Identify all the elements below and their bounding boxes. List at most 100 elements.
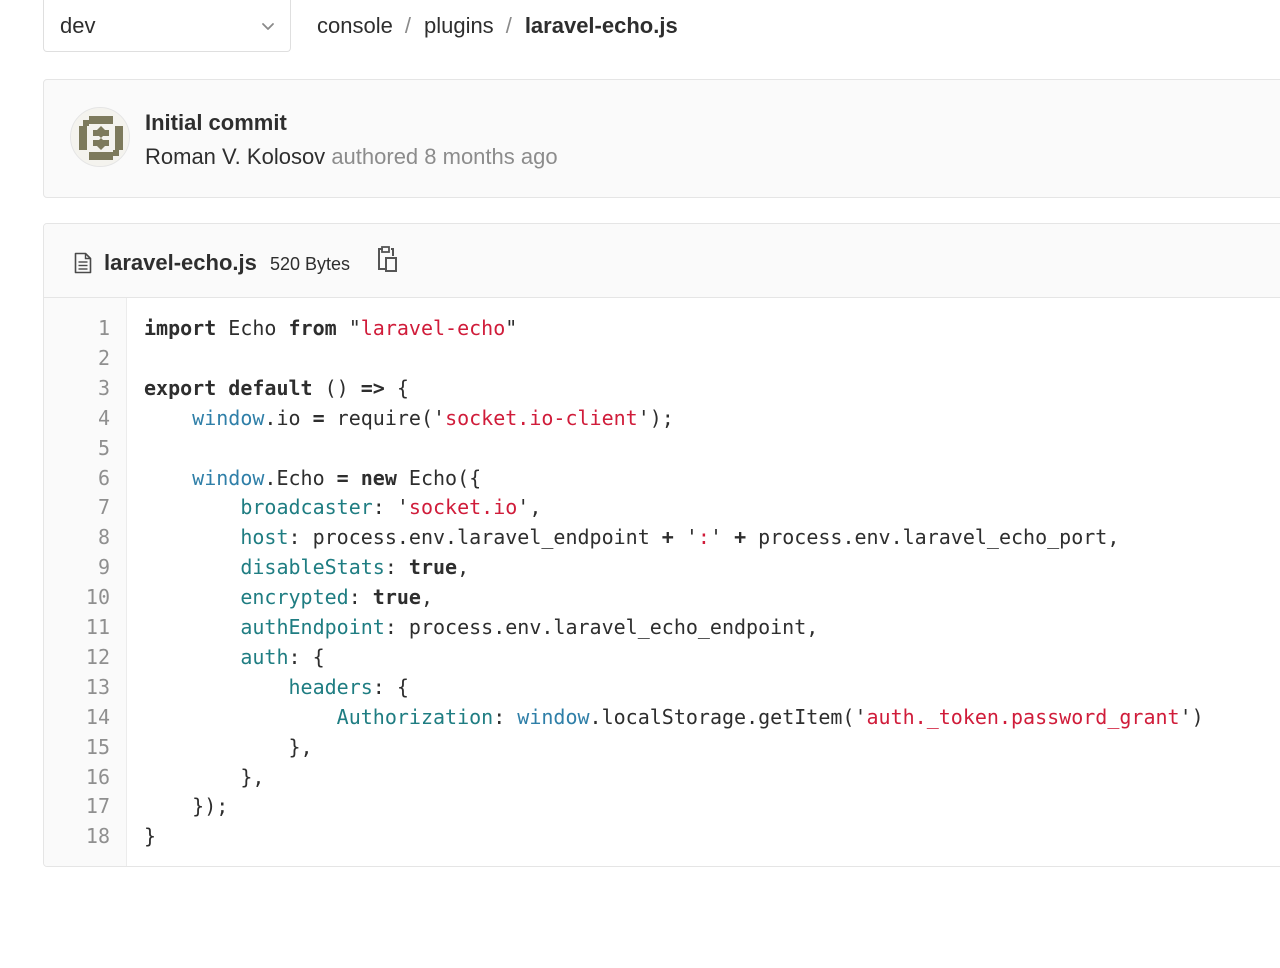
code-token: from bbox=[288, 316, 337, 340]
code-token: : bbox=[348, 585, 373, 610]
code-token: export bbox=[144, 375, 217, 400]
code-token: socket.io bbox=[408, 495, 518, 520]
code-line-text: export default () => { bbox=[144, 373, 409, 403]
code-token: => bbox=[360, 375, 385, 400]
code-token: .Echo bbox=[264, 465, 337, 490]
code-token: default bbox=[228, 375, 313, 400]
line-number[interactable]: 17 bbox=[44, 791, 110, 821]
line-number[interactable]: 1 bbox=[44, 313, 110, 343]
code-token: ', bbox=[517, 495, 542, 520]
code-viewer: 1 import Echo from "laravel-echo" 2 3 export… bbox=[44, 298, 1280, 866]
code-token: require(' bbox=[324, 405, 446, 430]
line-number[interactable]: 3 bbox=[44, 373, 110, 403]
line-number[interactable]: 5 bbox=[44, 433, 110, 463]
code-token: window bbox=[517, 704, 590, 729]
code-token: = bbox=[336, 465, 349, 490]
code-token: auth bbox=[240, 644, 289, 669]
code-line-text: window.Echo = new Echo({ bbox=[144, 463, 481, 493]
line-number[interactable]: 14 bbox=[44, 702, 110, 732]
code-line-text: } bbox=[144, 821, 156, 851]
breadcrumb-item-current-file: laravel-echo.js bbox=[524, 13, 678, 38]
line-number[interactable]: 9 bbox=[44, 552, 110, 582]
code-token: { bbox=[384, 375, 409, 400]
code-token: .io bbox=[264, 405, 313, 430]
code-token: + bbox=[734, 525, 747, 550]
code-line-text: encrypted: true, bbox=[144, 582, 433, 612]
code-token: host bbox=[240, 525, 289, 550]
code-line-text: disableStats: true, bbox=[144, 552, 469, 582]
code-line-text: }); bbox=[144, 791, 228, 821]
file-text-icon bbox=[74, 252, 92, 274]
breadcrumb: console / plugins / laravel-echo.js bbox=[317, 10, 678, 42]
code-token: Echo({ bbox=[396, 465, 482, 490]
code-token: = bbox=[312, 405, 325, 430]
code-token: : { bbox=[372, 674, 409, 699]
breadcrumb-item-plugins[interactable]: plugins bbox=[424, 13, 494, 39]
line-number[interactable]: 15 bbox=[44, 732, 110, 762]
copy-file-path-button[interactable] bbox=[374, 244, 400, 274]
code-token: authEndpoint bbox=[240, 615, 385, 639]
commit-author[interactable]: Roman V. Kolosov bbox=[145, 144, 325, 169]
code-token: : process.env.laravel_endpoint bbox=[288, 525, 662, 550]
code-token: socket.io-client bbox=[445, 405, 638, 430]
line-number[interactable]: 11 bbox=[44, 612, 110, 642]
code-token: Authorization bbox=[336, 704, 494, 729]
code-token: : process.env.laravel_echo_endpoint, bbox=[384, 615, 819, 639]
code-line-text: Authorization: window.localStorage.getIt… bbox=[144, 702, 1204, 732]
code-token: ') bbox=[1179, 704, 1204, 729]
code-line-text: }, bbox=[144, 732, 313, 762]
code-line-text: }, bbox=[144, 762, 264, 792]
code-token: , bbox=[420, 585, 434, 610]
code-line-text: broadcaster: 'socket.io', bbox=[144, 492, 541, 522]
code-token: : bbox=[384, 555, 409, 580]
file-size: 520 Bytes bbox=[270, 254, 351, 274]
code-token: + bbox=[661, 525, 674, 550]
line-number[interactable]: 7 bbox=[44, 492, 110, 522]
code-token: () bbox=[312, 375, 361, 400]
commit-title[interactable]: Initial commit bbox=[145, 110, 287, 136]
line-number[interactable]: 2 bbox=[44, 343, 110, 373]
code-token: import bbox=[144, 316, 217, 340]
breadcrumb-item-console[interactable]: console bbox=[317, 13, 393, 39]
line-number[interactable]: 12 bbox=[44, 642, 110, 672]
code-token: new bbox=[360, 465, 397, 490]
code-token: process.env.laravel_echo_port, bbox=[746, 525, 1120, 550]
code-line-text: host: process.env.laravel_endpoint + ':'… bbox=[144, 522, 1119, 552]
line-number[interactable]: 8 bbox=[44, 522, 110, 552]
code-token: , bbox=[457, 555, 470, 580]
line-number[interactable]: 4 bbox=[44, 403, 110, 433]
line-number[interactable]: 13 bbox=[44, 672, 110, 702]
code-token: : ' bbox=[372, 495, 409, 520]
file-header: laravel-echo.js 520 Bytes bbox=[44, 224, 1280, 298]
code-token: : bbox=[493, 704, 518, 729]
code-token: " bbox=[336, 316, 361, 340]
branch-selector[interactable]: dev bbox=[43, 0, 291, 52]
line-number[interactable]: 16 bbox=[44, 762, 110, 792]
avatar[interactable] bbox=[70, 107, 130, 167]
code-token: disableStats bbox=[240, 555, 385, 580]
code-line-text: headers: { bbox=[144, 672, 409, 702]
last-commit-panel: Initial commit Roman V. Kolosov authored… bbox=[43, 79, 1280, 198]
code-token: : { bbox=[288, 644, 325, 669]
code-token: }, bbox=[144, 734, 313, 759]
identicon-icon bbox=[71, 108, 129, 166]
chevron-down-icon bbox=[262, 23, 274, 30]
line-number[interactable]: 10 bbox=[44, 582, 110, 612]
code-token: encrypted bbox=[240, 585, 349, 610]
code-line-text: authEndpoint: process.env.laravel_echo_e… bbox=[144, 612, 818, 642]
code-line-text: import Echo from "laravel-echo" bbox=[144, 313, 517, 343]
line-number[interactable]: 6 bbox=[44, 463, 110, 493]
line-number[interactable]: 18 bbox=[44, 821, 110, 851]
code-token: true bbox=[408, 555, 458, 580]
code-token: headers bbox=[288, 674, 373, 699]
code-token: auth._token.password_grant bbox=[866, 704, 1180, 729]
file-viewer: laravel-echo.js 520 Bytes 1 import Echo f… bbox=[43, 223, 1280, 867]
